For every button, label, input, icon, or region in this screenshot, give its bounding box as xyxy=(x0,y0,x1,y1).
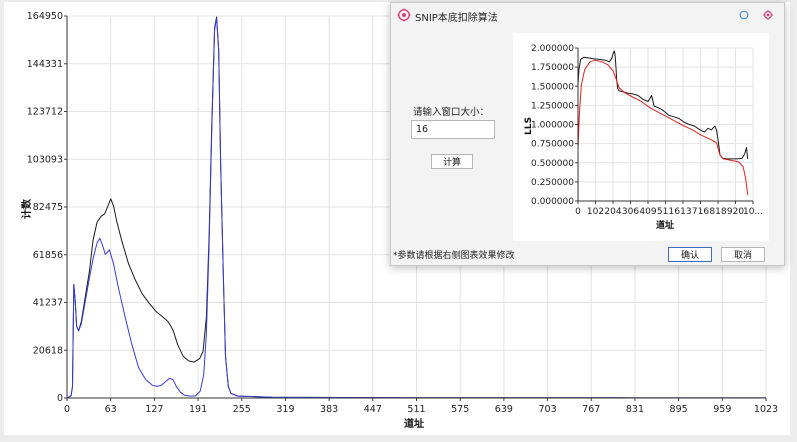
help-icon[interactable] xyxy=(739,10,749,20)
x-tick-label: 204 xyxy=(604,207,621,217)
preview-chart-series xyxy=(577,50,749,195)
dialog-title: SNIP本底扣除算法 xyxy=(415,13,498,24)
close-icon[interactable] xyxy=(763,10,773,20)
main-y-axis-label: 计数 xyxy=(20,198,33,219)
preview-chart-svg: 0 102 204 306 409 511 613 716 818 92010... 0.0000… xyxy=(524,44,763,231)
x-tick-label: 959 xyxy=(713,404,731,415)
x-tick-label: 409 xyxy=(639,207,656,217)
x-tick-label: 0 xyxy=(64,404,70,415)
x-tick-label: 383 xyxy=(320,404,338,415)
y-tick-label: 1.500000 xyxy=(531,82,574,92)
x-tick-label: 319 xyxy=(276,404,294,415)
dialog-titlebar[interactable]: SNIP本底扣除算法 xyxy=(391,3,784,27)
y-tick-label: 0.750000 xyxy=(531,140,574,150)
y-tick-label: 164950 xyxy=(27,11,63,22)
series-line-1 xyxy=(577,59,749,195)
cancel-button[interactable]: 取消 xyxy=(721,247,765,262)
y-tick-label: 0 xyxy=(57,393,63,404)
y-tick-label: 41237 xyxy=(33,298,63,309)
y-tick-label: 0.250000 xyxy=(531,178,574,188)
preview-chart-grid xyxy=(577,47,754,202)
x-tick-label: 818 xyxy=(709,207,726,217)
y-tick-label: 20618 xyxy=(33,345,63,356)
x-tick-label: 306 xyxy=(622,207,639,217)
x-tick-label: 102 xyxy=(587,207,604,217)
x-tick-label: 447 xyxy=(364,404,382,415)
y-tick-label: 0.500000 xyxy=(531,159,574,169)
window-size-input[interactable] xyxy=(411,120,495,139)
x-tick-label: 10... xyxy=(743,207,763,217)
x-tick-label: 1023 xyxy=(754,404,778,415)
x-tick-label: 639 xyxy=(495,404,513,415)
parameter-hint: *参数请根据右侧图表效果修改 xyxy=(393,251,515,261)
x-tick-label: 511 xyxy=(657,207,674,217)
window-size-label: 请输入窗口大小： xyxy=(413,107,490,118)
x-tick-label: 0 xyxy=(575,207,581,217)
x-tick-label: 703 xyxy=(538,404,556,415)
preview-chart[interactable]: 0 102 204 306 409 511 613 716 818 920 10... 0.0000… xyxy=(513,33,769,241)
y-tick-label: 61856 xyxy=(33,250,63,261)
y-tick-label: 82475 xyxy=(33,202,63,213)
preview-chart-axes xyxy=(575,47,754,204)
y-tick-label: 2.000000 xyxy=(531,44,574,54)
main-x-tick-labels: 0 63 127 191 255 319 383 447 511 575 639 703 767 831 8… xyxy=(64,404,778,415)
x-tick-label: 575 xyxy=(451,404,469,415)
y-tick-label: 144331 xyxy=(27,59,63,70)
y-tick-label: 1.000000 xyxy=(531,121,574,131)
preview-x-axis-label: 道址 xyxy=(656,219,674,231)
x-tick-label: 127 xyxy=(145,404,163,415)
x-tick-label: 511 xyxy=(407,404,425,415)
preview-y-axis-label: LLS xyxy=(524,117,534,135)
x-tick-label: 255 xyxy=(233,404,251,415)
x-tick-label: 63 xyxy=(105,404,117,415)
preview-x-tick-labels: 0 102 204 306 409 511 613 716 818 92010... xyxy=(575,207,763,217)
snip-dialog[interactable]: SNIP本底扣除算法 请输入窗口大小： 计算 0 1022043064095116… xyxy=(390,2,785,266)
y-tick-label: 103093 xyxy=(27,154,63,165)
x-tick-label: 191 xyxy=(189,404,207,415)
y-tick-label: 123712 xyxy=(27,107,63,118)
x-tick-label: 613 xyxy=(674,207,691,217)
x-tick-label: 831 xyxy=(626,404,644,415)
preview-y-tick-labels: 0.000000 0.250000 0.500000 0.750000 1.000000… xyxy=(531,44,574,207)
y-tick-label: 0.000000 xyxy=(531,197,574,207)
snip-app-icon xyxy=(397,8,411,22)
y-tick-label: 1.750000 xyxy=(531,63,574,73)
x-tick-label: 716 xyxy=(692,207,709,217)
y-tick-label: 1.250000 xyxy=(531,101,574,111)
x-tick-label: 895 xyxy=(670,404,688,415)
x-tick-label: 767 xyxy=(582,404,600,415)
compute-button[interactable]: 计算 xyxy=(431,154,473,169)
main-x-axis-label: 道址 xyxy=(404,417,424,430)
x-tick-label: 920 xyxy=(727,207,744,217)
confirm-button[interactable]: 确认 xyxy=(668,247,712,262)
